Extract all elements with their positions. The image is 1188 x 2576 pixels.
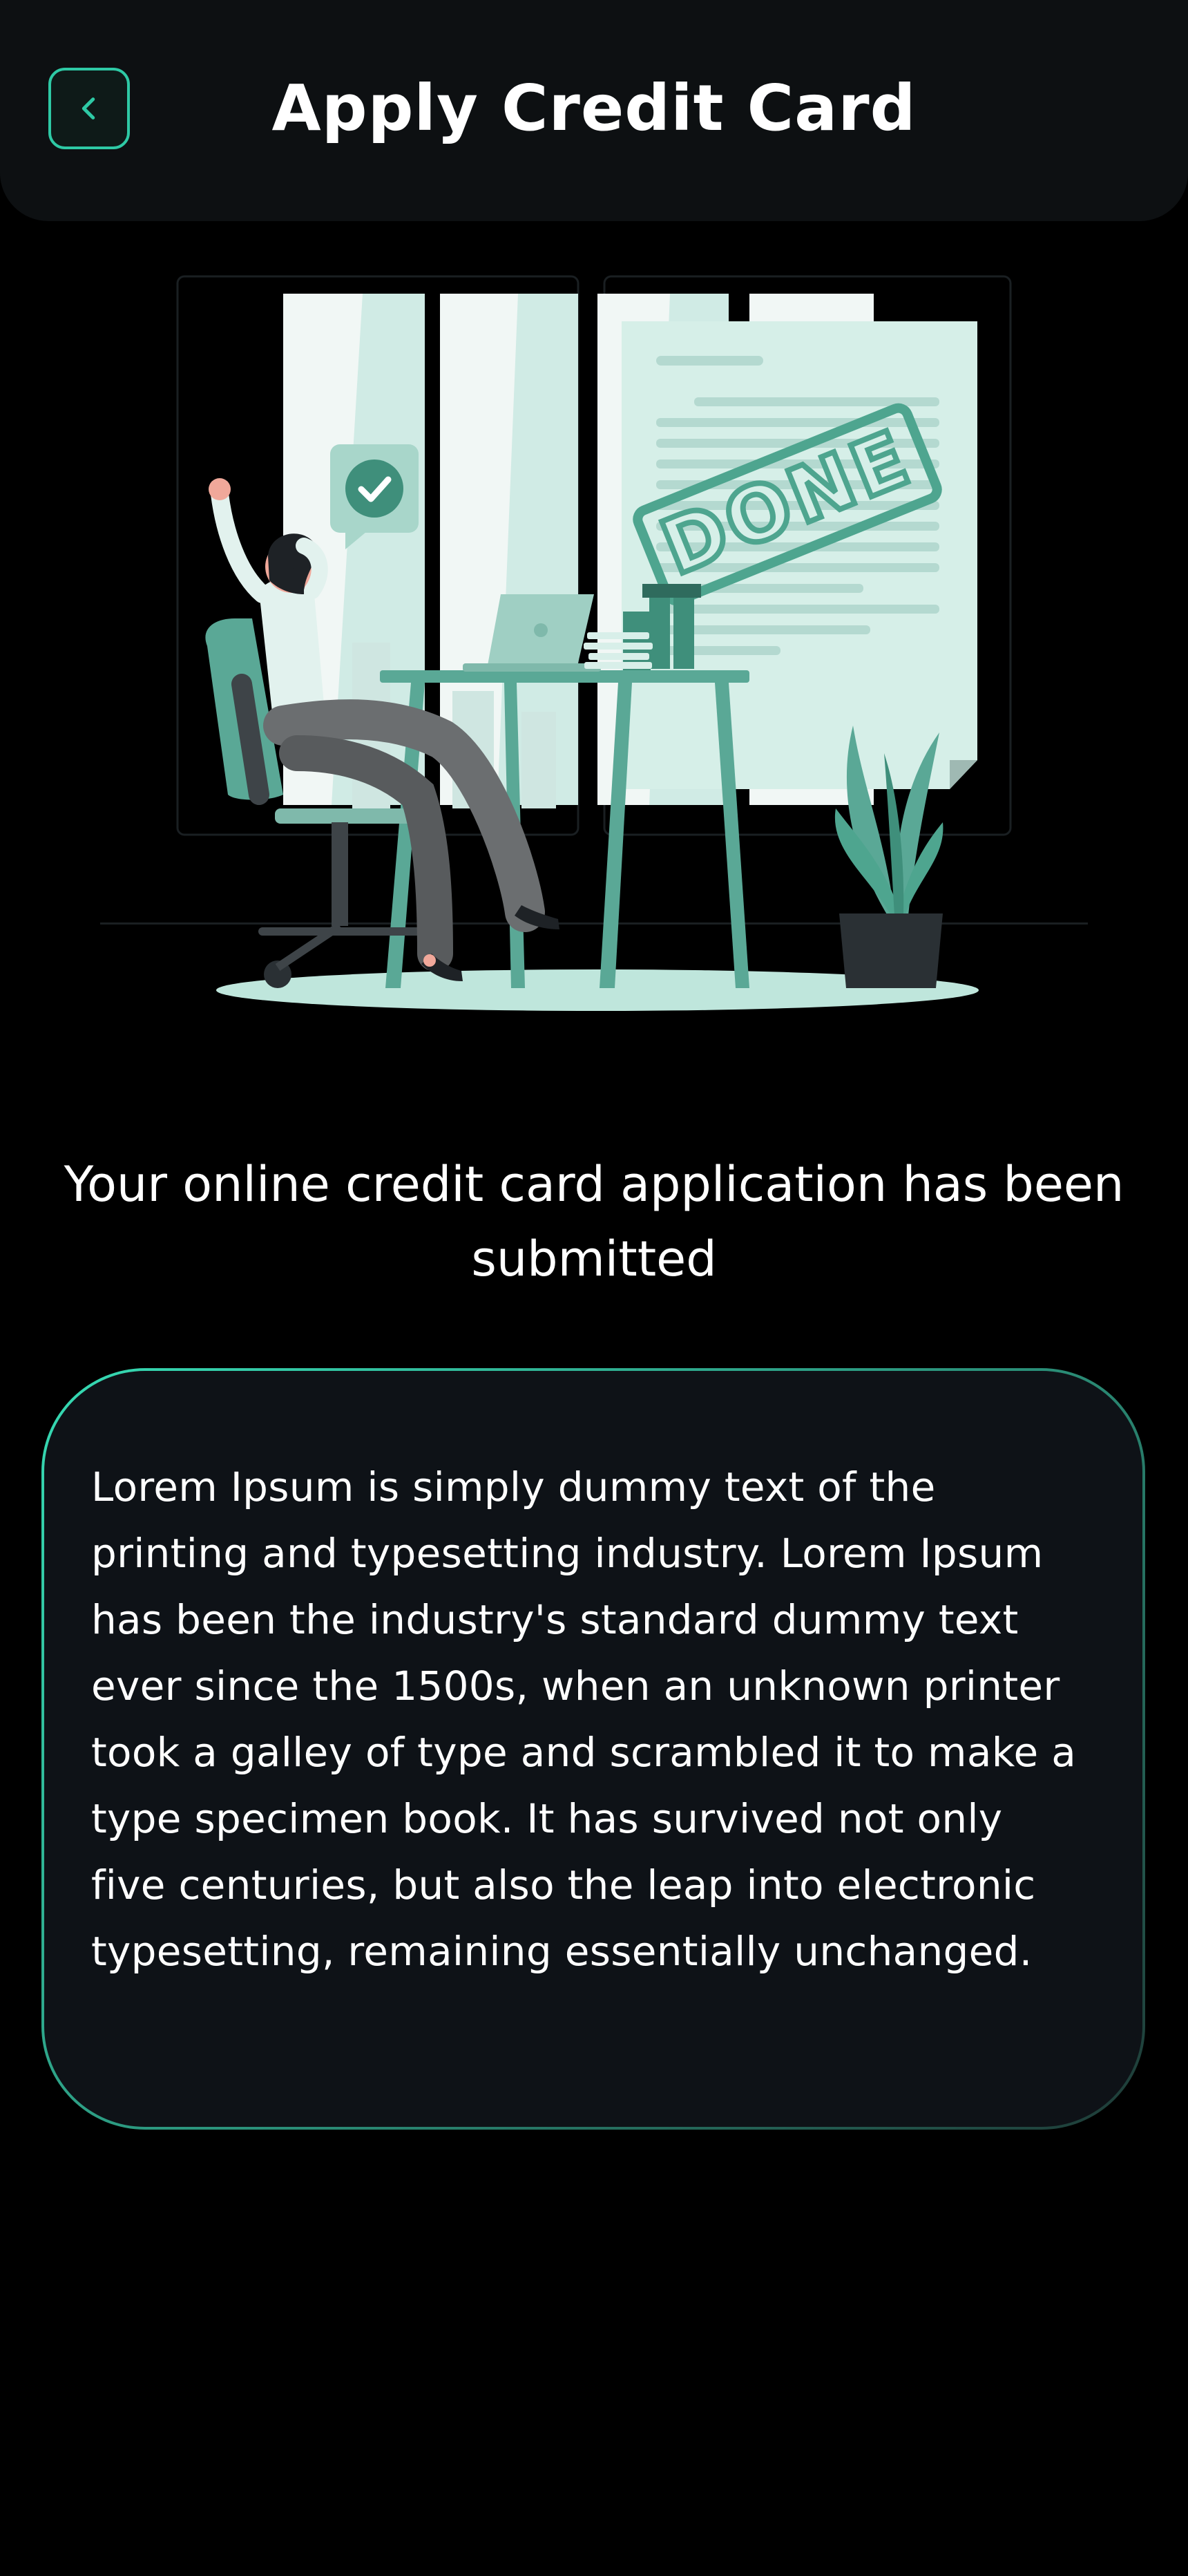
- app-header: Apply Credit Card: [0, 0, 1188, 221]
- page-title: Apply Credit Card: [271, 71, 917, 145]
- application-submitted-illustration: DONE: [100, 275, 1088, 1011]
- info-card-inner: Lorem Ipsum is simply dummy text of the …: [44, 1371, 1142, 2127]
- info-card: Lorem Ipsum is simply dummy text of the …: [41, 1368, 1145, 2130]
- done-document: DONE: [622, 321, 977, 789]
- info-card-text: Lorem Ipsum is simply dummy text of the …: [91, 1464, 1077, 1975]
- submission-headline: Your online credit card application has …: [64, 1156, 1124, 1287]
